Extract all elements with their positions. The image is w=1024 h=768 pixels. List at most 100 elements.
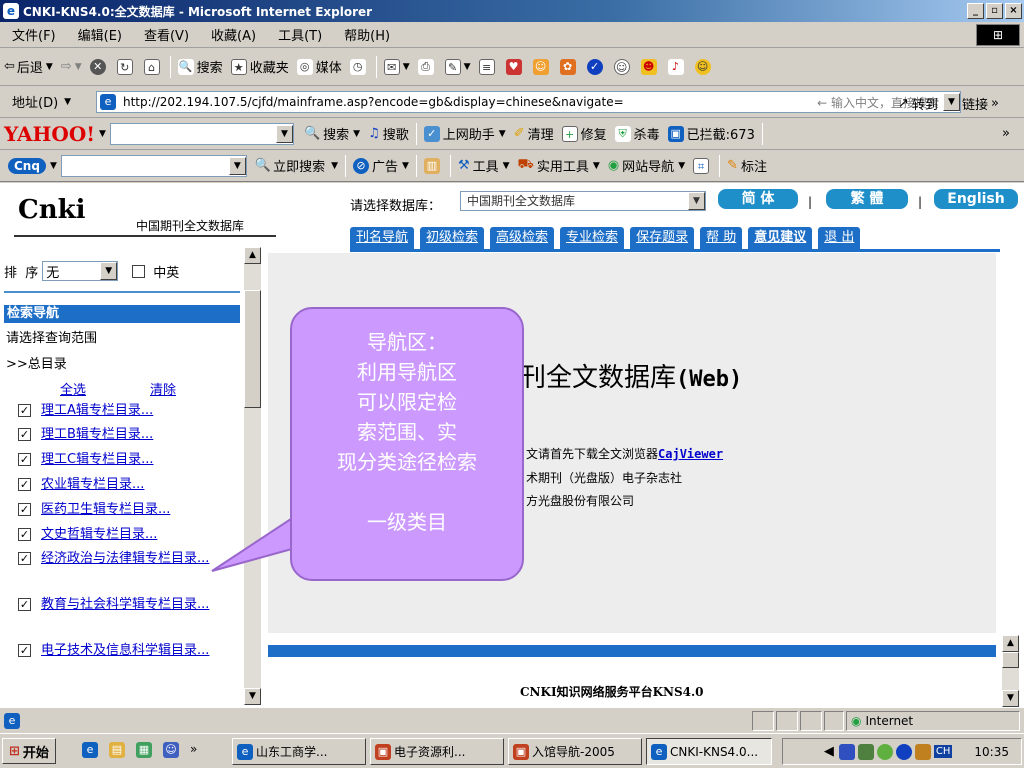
toolbar-extra-4[interactable]: ✓ bbox=[583, 58, 610, 75]
cn-ads-button[interactable]: ⊘ 广告 ▼ bbox=[349, 156, 413, 175]
yahoo-search-input[interactable]: ▼ bbox=[109, 122, 294, 145]
messenger-quicklaunch-icon[interactable]: ☺ bbox=[163, 742, 179, 758]
media-button[interactable]: ◎ 媒体 bbox=[293, 57, 346, 76]
cn-logo[interactable]: Cnq bbox=[8, 157, 46, 174]
close-button[interactable]: × bbox=[1005, 3, 1022, 19]
cn-search-input[interactable]: ▼ bbox=[60, 154, 247, 177]
stop-button[interactable]: ✕ bbox=[86, 58, 113, 75]
toolbar-extra-6[interactable]: ☻ bbox=[637, 58, 664, 75]
links-button[interactable]: 链接 » bbox=[962, 94, 999, 113]
chevron-right-icon[interactable]: » bbox=[190, 742, 197, 758]
yahoo-search-dropdown[interactable]: ▼ bbox=[275, 124, 293, 143]
toolbar-extra-3[interactable]: ✿ bbox=[556, 58, 583, 75]
dropdown-icon: ▼ bbox=[331, 160, 338, 171]
tray-swirl-icon[interactable] bbox=[876, 743, 893, 760]
repair-icon: + bbox=[561, 125, 578, 142]
edit-button[interactable]: ✎ ▼ bbox=[441, 58, 475, 75]
chevron-right-icon[interactable]: » bbox=[1002, 126, 1010, 141]
dropdown-icon: ▼ bbox=[502, 160, 510, 171]
cn-screenshot-button[interactable]: ⌗ bbox=[689, 157, 716, 174]
ie-quicklaunch-icon[interactable]: e bbox=[82, 742, 98, 758]
yahoo-antivirus-button[interactable]: ⛨ 杀毒 bbox=[611, 124, 664, 143]
yahoo-music-label: 搜歌 bbox=[382, 128, 409, 143]
dropdown-icon: ▼ bbox=[402, 160, 409, 171]
network-icon[interactable] bbox=[857, 743, 874, 760]
cn-bookmark-button[interactable]: ✎ 标注 bbox=[723, 156, 771, 175]
toolbar-extra-7[interactable]: ♪ bbox=[664, 58, 691, 75]
ime-indicator[interactable]: CH bbox=[933, 745, 953, 758]
menu-help[interactable]: 帮助(H) bbox=[332, 25, 400, 44]
menu-favorites[interactable]: 收藏(A) bbox=[199, 25, 266, 44]
page-status-icon: e bbox=[4, 712, 20, 729]
go-button[interactable]: ↗ 转到 bbox=[898, 94, 938, 113]
refresh-button[interactable]: ↻ bbox=[113, 58, 140, 75]
cn-search-dropdown[interactable]: ▼ bbox=[228, 156, 246, 175]
tray-app-icon[interactable] bbox=[838, 743, 855, 760]
print-button[interactable]: ⎙ bbox=[414, 58, 441, 75]
tray-star-icon[interactable] bbox=[914, 743, 931, 760]
menu-file[interactable]: 文件(F) bbox=[0, 25, 66, 44]
taskbar-item[interactable]: ▣ 入馆导航-2005 bbox=[508, 738, 642, 765]
home-button[interactable]: ⌂ bbox=[140, 58, 167, 75]
qq-icon: ☺ bbox=[694, 58, 711, 75]
address-dropdown-icon[interactable]: ▼ bbox=[64, 97, 71, 107]
music-icon: ♫ bbox=[368, 126, 380, 141]
maximize-button[interactable]: ▫ bbox=[986, 3, 1003, 19]
toolbar-extra-8[interactable]: ☺ bbox=[691, 58, 718, 75]
broom-icon: ✐ bbox=[513, 126, 525, 141]
cn-dropdown-icon[interactable]: ▼ bbox=[50, 161, 57, 171]
yahoo-logo[interactable]: YAHOO! bbox=[0, 122, 95, 146]
volume-icon[interactable]: ◀ bbox=[824, 744, 834, 759]
yahoo-repair-button[interactable]: + 修复 bbox=[558, 124, 611, 143]
cn-toolbar: Cnq ▼ ▼ 🔍 立即搜索 ▼ ⊘ 广告 ▼ ▥ ⚒ 工具 ▼ ⛟ 实用工具 … bbox=[0, 150, 1024, 182]
yahoo-search-button[interactable]: 🔍 搜索 ▼ bbox=[300, 124, 364, 143]
discuss-button[interactable]: ≡ bbox=[475, 58, 502, 75]
taskbar-item[interactable]: ▣ 电子资源利... bbox=[370, 738, 504, 765]
toolbar-extra-2[interactable]: ☺ bbox=[529, 58, 556, 75]
toolbar-extra-1[interactable]: ♥ bbox=[502, 58, 529, 75]
address-history-dropdown[interactable]: ▼ bbox=[943, 93, 960, 111]
cn-search-now-button[interactable]: 🔍 立即搜索 ▼ bbox=[251, 156, 342, 175]
forward-dropdown-icon[interactable]: ▼ bbox=[75, 62, 82, 72]
callout-line: 现分类途径检索 bbox=[337, 450, 477, 474]
clock: 10:35 bbox=[974, 744, 1009, 759]
back-dropdown-icon[interactable]: ▼ bbox=[46, 62, 53, 72]
favorites-button[interactable]: ★ 收藏夹 bbox=[227, 57, 293, 76]
history-button[interactable]: ◷ bbox=[346, 58, 373, 75]
toolbar-separator bbox=[415, 154, 417, 177]
minimize-button[interactable]: _ bbox=[967, 3, 984, 19]
start-button[interactable]: ⊞ 开始 bbox=[2, 738, 56, 764]
forward-button[interactable]: ⇨ ▼ bbox=[57, 59, 86, 74]
taskbar-item[interactable]: e 山东工商学... bbox=[232, 738, 366, 765]
menu-view[interactable]: 查看(V) bbox=[132, 25, 199, 44]
title-bar[interactable]: e CNKI-KNS4.0:全文数据库 - Microsoft Internet… bbox=[0, 0, 1024, 22]
yahoo-assistant-button[interactable]: ✓ 上网助手 ▼ bbox=[420, 124, 510, 143]
favorites-label: 收藏夹 bbox=[249, 61, 289, 76]
security-zone: ◉ Internet bbox=[846, 711, 1020, 731]
folder-quicklaunch-icon[interactable]: ▤ bbox=[109, 742, 125, 758]
toolbar-separator bbox=[375, 55, 377, 78]
menu-edit[interactable]: 编辑(E) bbox=[66, 25, 132, 44]
messenger-icon: ✓ bbox=[586, 58, 603, 75]
status-cell bbox=[776, 711, 798, 731]
cn-utilities-button[interactable]: ⛟ 实用工具 ▼ bbox=[514, 156, 604, 175]
yahoo-blocked-button[interactable]: ▣ 已拦截:673 bbox=[664, 124, 759, 143]
dropdown-icon: ▼ bbox=[678, 160, 686, 171]
yahoo-clean-button[interactable]: ✐ 清理 bbox=[510, 124, 558, 143]
cn-tools-button[interactable]: ⚒ 工具 ▼ bbox=[454, 156, 514, 175]
cn-site-nav-button[interactable]: ◉ 网站导航 ▼ bbox=[604, 156, 689, 175]
taskbar-item-active[interactable]: e CNKI-KNS4.0... bbox=[646, 738, 772, 765]
mail-button[interactable]: ✉ ▼ bbox=[380, 58, 414, 75]
address-input[interactable]: e http://202.194.107.5/cjfd/mainframe.as… bbox=[96, 91, 961, 113]
yahoo-music-button[interactable]: ♫ 搜歌 bbox=[364, 124, 413, 143]
toolbar-extra-5[interactable]: ☺ bbox=[610, 58, 637, 75]
search-button[interactable]: 🔍 搜索 bbox=[174, 57, 227, 76]
taskbar-item-label: 山东工商学... bbox=[256, 745, 328, 759]
menu-tools[interactable]: 工具(T) bbox=[266, 25, 332, 44]
back-label: 后退 bbox=[16, 61, 43, 76]
desktop-quicklaunch-icon[interactable]: ▦ bbox=[136, 742, 152, 758]
back-button[interactable]: ⇦ 后退 ▼ bbox=[0, 57, 57, 76]
yahoo-dropdown-icon[interactable]: ▼ bbox=[99, 129, 106, 139]
tray-shield-icon[interactable] bbox=[895, 743, 912, 760]
cn-trash-button[interactable]: ▥ bbox=[420, 157, 447, 174]
